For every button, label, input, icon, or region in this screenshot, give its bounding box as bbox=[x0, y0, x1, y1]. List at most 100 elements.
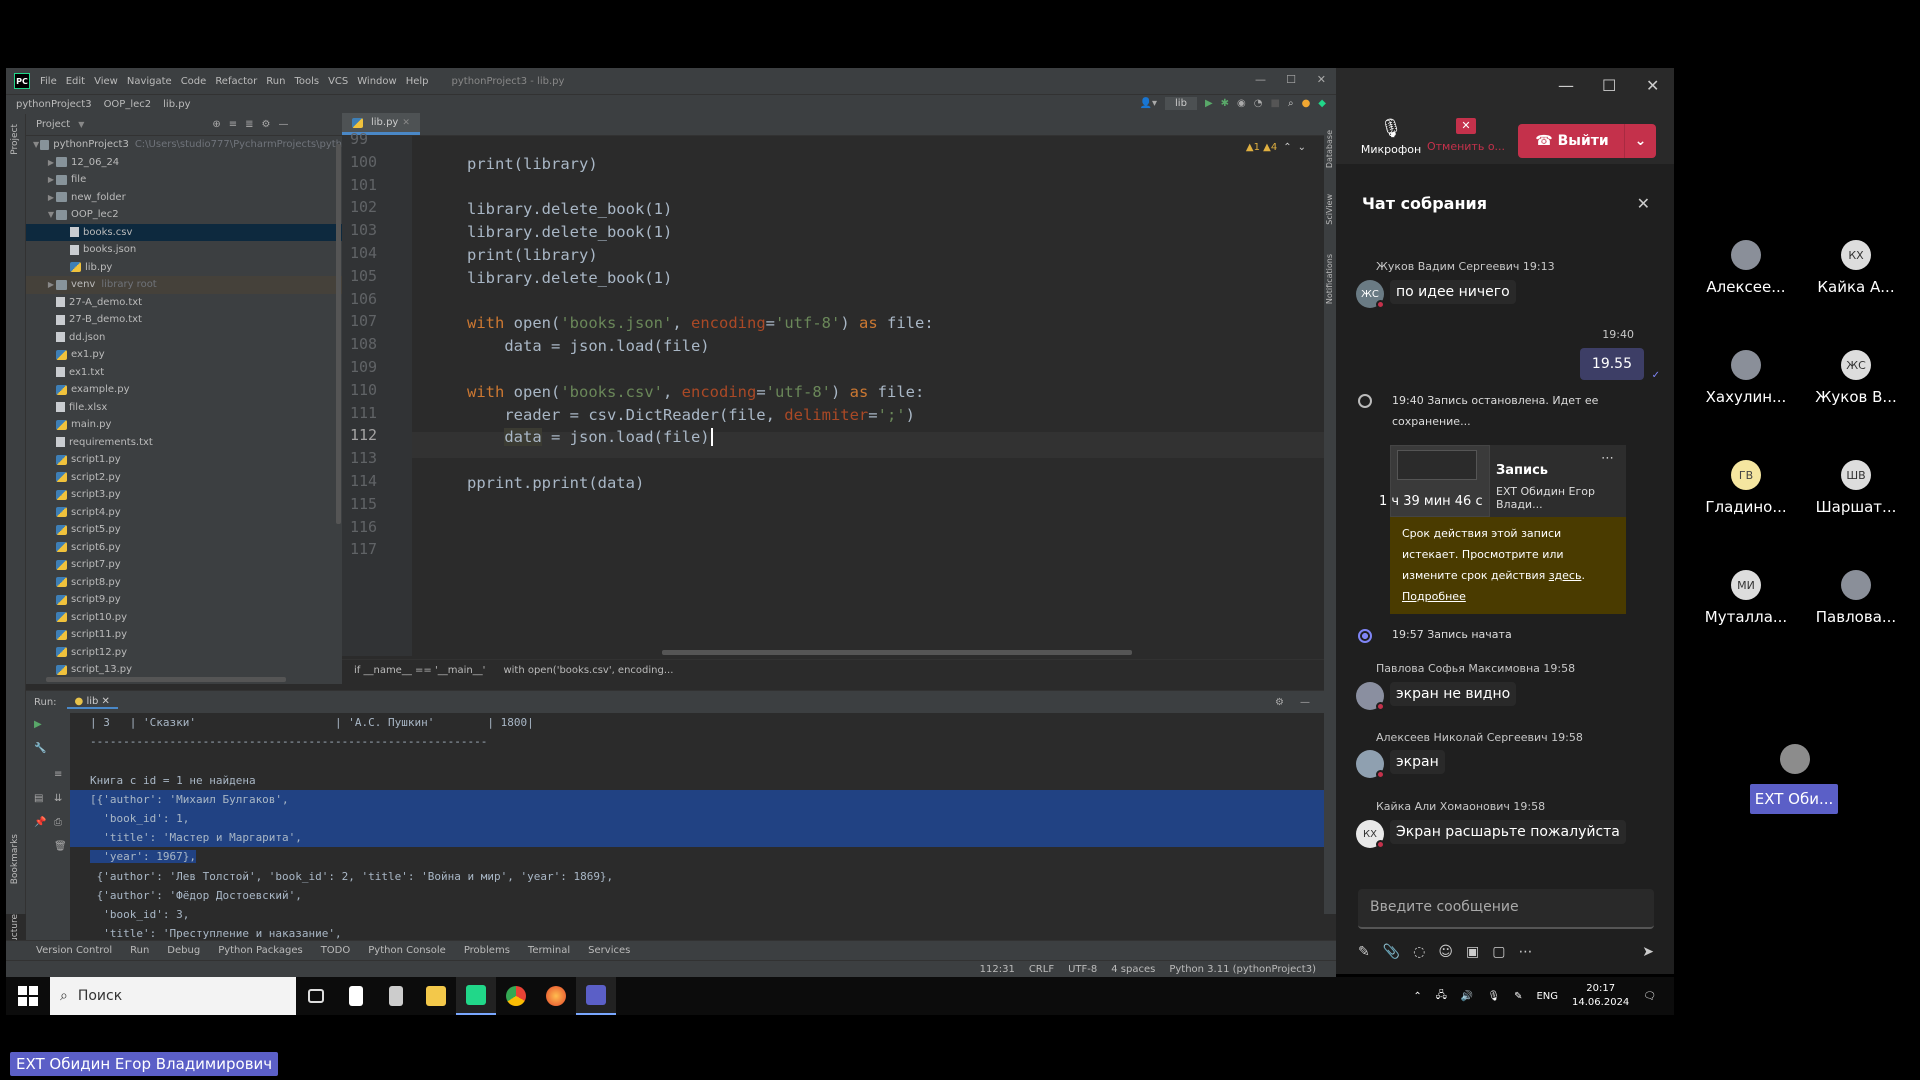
chrome-icon[interactable] bbox=[496, 977, 536, 1015]
code-line[interactable]: library.delete_book(1) bbox=[467, 223, 672, 241]
clock[interactable]: 20:17 14.06.2024 bbox=[1572, 982, 1629, 1010]
wrench-icon[interactable]: 🔧 bbox=[34, 743, 46, 754]
code-line[interactable]: pprint.pprint(data) bbox=[467, 474, 644, 492]
maximize-icon[interactable]: ☐ bbox=[1286, 73, 1296, 86]
tree-item[interactable]: lib.py bbox=[26, 259, 342, 277]
chevron-up-icon[interactable]: ⌃ bbox=[1283, 142, 1291, 153]
gif-icon[interactable]: ▣ bbox=[1466, 944, 1479, 960]
tree-item[interactable]: ex1.txt bbox=[26, 364, 342, 382]
participant-tile[interactable]: ЖС Жуков В... bbox=[1796, 350, 1916, 406]
soft-wrap-icon[interactable]: ≡ bbox=[54, 769, 66, 780]
tree-item[interactable]: script12.py bbox=[26, 644, 342, 662]
trash-icon[interactable]: 🗑 bbox=[54, 841, 67, 852]
menu-refactor[interactable]: Refactor bbox=[215, 76, 257, 87]
tree-item[interactable]: ▼ pythonProject3 C:\Users\studio777\Pychar… bbox=[26, 136, 342, 154]
format-icon[interactable]: ✎ bbox=[1358, 944, 1370, 960]
tree-item[interactable]: script5.py bbox=[26, 521, 342, 539]
code-line[interactable]: reader = csv.DictReader(file, delimiter=… bbox=[467, 406, 915, 424]
pen-icon[interactable]: ✎ bbox=[1514, 991, 1522, 1002]
menu-edit[interactable]: Edit bbox=[66, 76, 85, 87]
maximize-icon[interactable]: ☐ bbox=[1602, 76, 1616, 95]
pin-icon[interactable]: 📌 bbox=[34, 817, 46, 828]
code-line[interactable]: data = json.load(file) bbox=[467, 428, 713, 447]
expand-all-icon[interactable]: ≡ bbox=[229, 119, 237, 130]
task-view-icon[interactable] bbox=[296, 977, 336, 1015]
leave-button[interactable]: ☎ Выйти ⌄ bbox=[1518, 124, 1656, 158]
chevron-down-icon[interactable]: ⌄ bbox=[1624, 124, 1656, 158]
tree-item[interactable]: script3.py bbox=[26, 486, 342, 504]
tree-item[interactable]: file.xlsx bbox=[26, 399, 342, 417]
tab-close-icon[interactable]: ✕ bbox=[402, 118, 410, 128]
inspection-widget[interactable]: ▲1 ▲4 ⌃ ⌄ bbox=[1246, 142, 1306, 153]
hide-icon[interactable]: — bbox=[279, 119, 289, 130]
code-crumb-if[interactable]: if __name__ == '__main__' bbox=[354, 665, 485, 676]
rerun-icon[interactable]: ▶ bbox=[34, 719, 46, 730]
network-icon[interactable]: 🖧 bbox=[1436, 988, 1447, 1005]
tree-item[interactable]: requirements.txt bbox=[26, 434, 342, 452]
tree-item[interactable]: script8.py bbox=[26, 574, 342, 592]
stop-icon[interactable]: ■ bbox=[1271, 98, 1280, 109]
tree-item[interactable]: ex1.py bbox=[26, 346, 342, 364]
tree-item[interactable]: main.py bbox=[26, 416, 342, 434]
menu-vcs[interactable]: VCS bbox=[328, 76, 348, 87]
tree-item[interactable]: script1.py bbox=[26, 451, 342, 469]
participant-tile[interactable]: МИ Муталла... bbox=[1686, 570, 1806, 626]
tool-tab-problems[interactable]: Problems bbox=[464, 945, 510, 956]
start-button[interactable] bbox=[14, 982, 42, 1010]
database-tool-label[interactable]: Database bbox=[1325, 130, 1334, 168]
coverage-icon[interactable]: ◉ bbox=[1237, 98, 1246, 109]
code-line[interactable]: print(library) bbox=[467, 246, 598, 264]
participant-tile[interactable]: Павлова... bbox=[1796, 570, 1916, 626]
participant-tile[interactable]: КХ Кайка А... bbox=[1796, 240, 1916, 296]
chevron-down-icon[interactable]: ▼ bbox=[78, 120, 84, 129]
bookmarks-tool-label[interactable]: Bookmarks bbox=[10, 834, 20, 884]
notifications-icon[interactable]: 🗨 bbox=[1643, 991, 1656, 1002]
cancel-share-button[interactable]: ✕ Отменить о... bbox=[1426, 118, 1506, 153]
emoji-icon[interactable]: ☺ bbox=[1438, 944, 1453, 960]
menu-help[interactable]: Help bbox=[406, 76, 429, 87]
print-icon[interactable]: ⎙ bbox=[54, 817, 66, 828]
code-line[interactable]: library.delete_book(1) bbox=[467, 200, 672, 218]
breadcrumb-file[interactable]: lib.py bbox=[163, 99, 190, 110]
status-item[interactable]: 4 spaces bbox=[1111, 964, 1155, 975]
tool-tab-run[interactable]: Run bbox=[130, 945, 149, 956]
menu-tools[interactable]: Tools bbox=[294, 76, 319, 87]
tree-item[interactable]: 27-A_demo.txt bbox=[26, 294, 342, 312]
tree-item[interactable]: script4.py bbox=[26, 504, 342, 522]
firefox-icon[interactable] bbox=[536, 977, 576, 1015]
tree-item[interactable]: ▶ file bbox=[26, 171, 342, 189]
mic-button[interactable]: 🎙 Микрофон bbox=[1356, 118, 1426, 156]
tree-item[interactable]: script7.py bbox=[26, 556, 342, 574]
attach-icon[interactable]: 📎 bbox=[1383, 944, 1400, 960]
pycharm-taskbar-icon[interactable] bbox=[456, 977, 496, 1015]
tree-item[interactable]: script_13.py bbox=[26, 661, 342, 679]
collapse-all-icon[interactable]: ≣ bbox=[245, 119, 253, 130]
profile-icon[interactable]: ◔ bbox=[1254, 98, 1263, 109]
tool-tab-python-packages[interactable]: Python Packages bbox=[218, 945, 303, 956]
project-view-select[interactable]: Project bbox=[36, 119, 70, 130]
chat-message-input[interactable]: Введите сообщение bbox=[1358, 889, 1654, 929]
gear-icon[interactable]: ⚙ bbox=[1275, 697, 1284, 708]
tree-item[interactable]: dd.json bbox=[26, 329, 342, 347]
breadcrumb-folder[interactable]: OOP_lec2 bbox=[104, 99, 152, 110]
microphone-icon[interactable]: 🎙 bbox=[1487, 991, 1500, 1002]
minimize-icon[interactable]: — bbox=[1558, 76, 1574, 95]
menu-navigate[interactable]: Navigate bbox=[127, 76, 172, 87]
tree-item[interactable]: ▼ OOP_lec2 bbox=[26, 206, 342, 224]
minimize-icon[interactable]: — bbox=[1255, 73, 1266, 86]
run-config-select[interactable]: lib bbox=[1165, 97, 1197, 110]
tree-item[interactable]: script11.py bbox=[26, 626, 342, 644]
run-tab-lib[interactable]: ● lib ✕ bbox=[66, 696, 118, 709]
project-scrollbar[interactable] bbox=[336, 144, 341, 524]
tree-item[interactable]: script10.py bbox=[26, 609, 342, 627]
notepad-icon[interactable] bbox=[336, 977, 376, 1015]
project-tool-label[interactable]: Project bbox=[10, 124, 20, 155]
tool-tab-terminal[interactable]: Terminal bbox=[528, 945, 570, 956]
taskbar-search[interactable]: ⌕ Поиск bbox=[50, 977, 296, 1015]
sciview-tool-label[interactable]: SciView bbox=[1325, 194, 1334, 225]
tree-item[interactable]: books.json bbox=[26, 241, 342, 259]
status-item[interactable]: 112:31 bbox=[980, 964, 1015, 975]
tree-item[interactable]: script9.py bbox=[26, 591, 342, 609]
run-output[interactable]: | 3 | 'Сказки' | 'А.С. Пушкин' | 1800| --… bbox=[70, 713, 1324, 943]
participant-tile[interactable]: Хахулин... bbox=[1686, 350, 1806, 406]
